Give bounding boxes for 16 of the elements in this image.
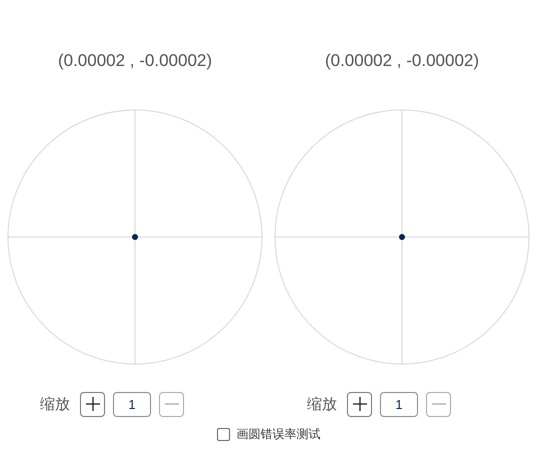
minus-icon (432, 403, 446, 405)
coordinates-text: (0.00002 , -0.00002) (324, 50, 480, 72)
checkbox[interactable] (216, 428, 230, 441)
plus-icon (86, 397, 100, 411)
zoom-input-field[interactable]: 1 (380, 392, 418, 416)
plus-icon (352, 397, 366, 411)
minus-icon (164, 403, 178, 405)
zoom-input-field[interactable]: 1 (113, 392, 151, 416)
coordinates-text: (0.00002 , -0.00002) (58, 50, 212, 72)
checkbox-label[interactable]: 画圆错误率测试 (236, 426, 320, 443)
zoom-in-button[interactable] (347, 392, 372, 416)
circle-drawing[interactable] (274, 109, 530, 365)
circle-drawing[interactable] (7, 109, 263, 365)
zoom-in-button[interactable] (80, 392, 105, 416)
zoom-label: 缩放 (307, 394, 337, 414)
zoom-label: 缩放 (40, 394, 70, 414)
